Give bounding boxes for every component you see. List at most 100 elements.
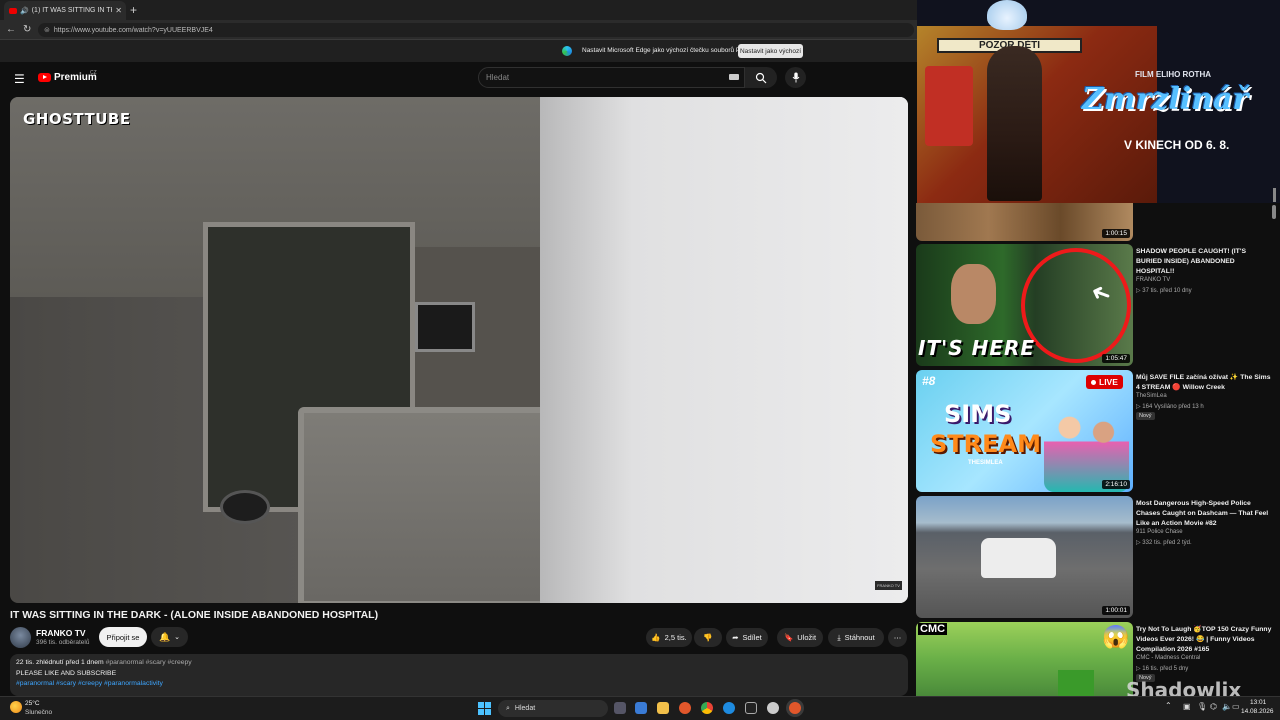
- speaker-icon[interactable]: 🔊: [20, 7, 29, 15]
- youtube-premium-logo[interactable]: Premium: [38, 72, 97, 83]
- thumbnail-highlight-circle: [1021, 248, 1131, 363]
- firefox-icon[interactable]: [679, 702, 691, 714]
- search-button[interactable]: [745, 67, 777, 88]
- site-info-icon[interactable]: ⊜: [44, 26, 50, 34]
- weather-description[interactable]: Slunečno: [25, 709, 52, 716]
- views-and-date: 22 tis. zhlédnutí před 1 dnem: [16, 659, 104, 666]
- firefox-active-icon[interactable]: [789, 702, 801, 714]
- video-meta: ▷ 332 tis. před 2 týd.: [1136, 540, 1192, 546]
- video-title: IT WAS SITTING IN THE DARK - (ALONE INSI…: [10, 609, 379, 621]
- url-text: https://www.youtube.com/watch?v=yUUEERBV…: [53, 26, 213, 34]
- region-code: CZ: [90, 70, 97, 76]
- terminal-icon[interactable]: [745, 702, 757, 714]
- description-box[interactable]: 22 tis. zhlédnutí před 1 dnem #paranorma…: [10, 654, 908, 696]
- ad-figure: [987, 46, 1042, 201]
- download-button[interactable]: ⤓ Stáhnout: [828, 628, 884, 647]
- recommendation-item[interactable]: 1:00:01 Most Dangerous High-Speed Police…: [916, 496, 1280, 618]
- edge-icon[interactable]: [723, 702, 735, 714]
- notifications-button[interactable]: 🔔 ⌄: [151, 627, 188, 647]
- tray-overflow-icon[interactable]: ⌃: [1165, 701, 1172, 710]
- battery-icon[interactable]: ▭: [1232, 702, 1240, 711]
- video-duration: 1:00:01: [1102, 606, 1130, 615]
- network-icon[interactable]: ⌬: [1210, 702, 1217, 711]
- tray-app-icon[interactable]: ▣: [1183, 702, 1191, 711]
- bell-icon: 🔔: [158, 631, 171, 642]
- channel-name[interactable]: FRANKO TV: [1136, 277, 1170, 283]
- voice-search-button[interactable]: [785, 67, 806, 88]
- video-title[interactable]: SHADOW PEOPLE CAUGHT! (IT'S BURIED INSID…: [1136, 247, 1272, 277]
- video-title[interactable]: Most Dangerous High-Speed Police Chases …: [1136, 499, 1272, 529]
- microphone-icon[interactable]: 🎙: [1197, 702, 1207, 711]
- recommendation-item[interactable]: ➜ IT'S HERE 1:05:47 SHADOW PEOPLE CAUGHT…: [916, 244, 1280, 366]
- video-title[interactable]: Můj SAVE FILE začíná ožívat ✨ The Sims 4…: [1136, 373, 1272, 393]
- chrome-icon[interactable]: [701, 702, 713, 714]
- thumbnail-caption: IT'S HERE: [918, 336, 1036, 360]
- video-duration: 1:05:47: [1102, 354, 1130, 363]
- video-duration: 2:16:10: [1102, 480, 1130, 489]
- bookmark-icon: 🔖: [783, 633, 794, 642]
- infobar-message: Nastavit Microsoft Edge jako výchozí čte…: [582, 47, 749, 54]
- video-player[interactable]: GHOSTTUBE FRANKO TV: [10, 97, 908, 603]
- widgets-icon[interactable]: [635, 702, 647, 714]
- video-thumbnail[interactable]: 1:00:01: [916, 496, 1133, 618]
- file-explorer-icon[interactable]: [657, 702, 669, 714]
- search-icon: [755, 72, 767, 83]
- weather-sun-icon[interactable]: [10, 701, 22, 713]
- volume-icon[interactable]: 🔈: [1222, 702, 1232, 711]
- join-button[interactable]: Připojit se: [99, 627, 147, 647]
- edge-logo-icon: [562, 46, 572, 56]
- set-default-button[interactable]: Nastavit jako výchozí: [738, 44, 803, 58]
- video-thumbnail[interactable]: #8 LIVE SIMS STREAM THESIMLEA 2:16:10: [916, 370, 1133, 492]
- default-pdf-infobar: Nastavit Microsoft Edge jako výchozí čte…: [0, 40, 917, 62]
- ad-poster-panel: [925, 66, 973, 146]
- channel-avatar[interactable]: [10, 627, 31, 648]
- app-icon[interactable]: [767, 702, 779, 714]
- keyboard-icon[interactable]: [729, 74, 739, 80]
- tab-close-button[interactable]: ✕: [115, 6, 126, 15]
- clock-date[interactable]: 14.08.2026: [1241, 708, 1274, 715]
- like-count: 2,5 tis.: [664, 633, 687, 642]
- channel-watermark[interactable]: FRANKO TV: [875, 581, 902, 590]
- menu-icon[interactable]: ☰: [14, 72, 25, 86]
- ad-scrollbar[interactable]: [1273, 188, 1276, 202]
- thumbnail-car: [981, 538, 1056, 578]
- description-hashtags[interactable]: #paranormal #scary #creepy #paranormalac…: [16, 680, 163, 687]
- share-button[interactable]: ➦ Sdílet: [726, 628, 768, 647]
- like-button[interactable]: 👍 2,5 tis.: [646, 628, 692, 647]
- channel-name[interactable]: 911 Police Chase: [1136, 529, 1183, 535]
- save-button[interactable]: 🔖 Uložit: [777, 628, 823, 647]
- recommendation-item[interactable]: 1:00:15: [916, 203, 1280, 241]
- weather-temperature[interactable]: 25°C: [25, 700, 40, 707]
- taskbar-search[interactable]: ⌕ Hledat: [498, 700, 608, 717]
- taskbar-search-label: Hledat: [514, 705, 536, 712]
- video-duration: 1:00:15: [1102, 229, 1130, 238]
- movie-ad-banner[interactable]: POZOR DĚTI FILM ELIHO ROTHA Zmrzlinář V …: [917, 0, 1280, 203]
- channel-name[interactable]: FRANKO TV: [36, 628, 86, 638]
- new-badge: Nový: [1136, 412, 1155, 420]
- browser-tab[interactable]: 🔊 (1) IT WAS SITTING IN THE DARK ✕: [4, 1, 126, 20]
- channel-name[interactable]: CMC - Madness Central: [1136, 655, 1200, 661]
- new-tab-button[interactable]: +: [130, 3, 137, 17]
- video-title[interactable]: Try Not To Laugh 🥳TOP 150 Crazy Funny Vi…: [1136, 625, 1272, 655]
- search-input[interactable]: Hledat: [478, 67, 745, 88]
- back-icon[interactable]: ←: [6, 24, 16, 35]
- clock-time[interactable]: 13:01: [1250, 699, 1266, 706]
- recommendation-item[interactable]: #8 LIVE SIMS STREAM THESIMLEA 2:16:10 Mů…: [916, 370, 1280, 492]
- dislike-button[interactable]: 👎: [694, 628, 722, 647]
- thumbnail-byline: THESIMLEA: [968, 460, 1003, 466]
- hashtags[interactable]: #paranormal #scary #creepy: [106, 659, 192, 666]
- ad-kicker: FILM ELIHO ROTHA: [1135, 70, 1211, 79]
- channel-name[interactable]: TheSimLea: [1136, 393, 1167, 399]
- more-actions-button[interactable]: ⋯: [888, 628, 907, 647]
- windows-start-icon[interactable]: [478, 702, 491, 715]
- recommendations-scrollbar[interactable]: [1272, 205, 1276, 219]
- description-stats: 22 tis. zhlédnutí před 1 dnem #paranorma…: [16, 659, 192, 666]
- url-input[interactable]: ⊜ https://www.youtube.com/watch?v=yUUEER…: [38, 23, 914, 37]
- video-thumbnail[interactable]: 1:00:15: [916, 203, 1133, 241]
- task-view-icon[interactable]: [614, 702, 626, 714]
- thumbnail-episode-number: #8: [922, 374, 936, 388]
- video-thumbnail[interactable]: CMC 😱: [916, 622, 1133, 696]
- ad-title: Zmrzlinář: [1082, 82, 1249, 117]
- video-thumbnail[interactable]: ➜ IT'S HERE 1:05:47: [916, 244, 1133, 366]
- refresh-icon[interactable]: ↻: [23, 24, 31, 35]
